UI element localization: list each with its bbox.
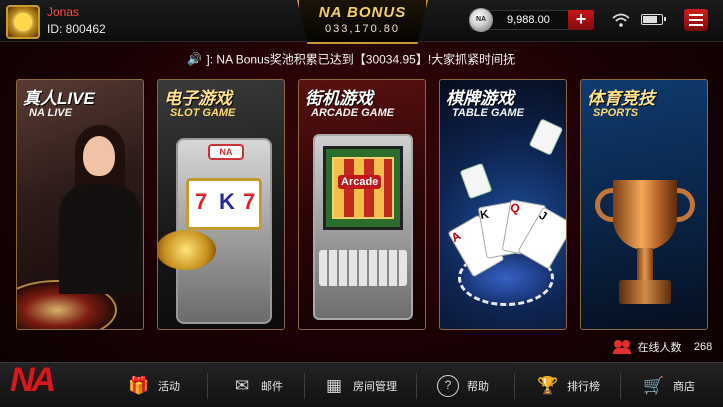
nav-mail[interactable]: ✉ 邮件	[231, 363, 283, 407]
bonus-amount: 033,170.80	[324, 23, 401, 35]
game-card-live[interactable]: 真人LIVE NA LIVE	[16, 79, 144, 330]
battery-fill	[643, 16, 658, 23]
nav-label: 商店	[673, 380, 695, 393]
slot-badge: NA	[208, 144, 244, 160]
arcade-machine: Arcade	[313, 134, 413, 320]
trophy-icon	[613, 180, 677, 250]
nav-room-management[interactable]: ▦ 房间管理	[323, 363, 397, 407]
nav-help[interactable]: ? 帮助	[437, 363, 489, 407]
people-icon	[613, 339, 631, 354]
nav-label: 邮件	[261, 380, 283, 393]
game-card-title: 电子游戏	[164, 89, 232, 108]
game-card-subtitle: SLOT GAME	[170, 107, 236, 119]
help-icon: ?	[437, 374, 459, 397]
mahjong-tile	[528, 118, 564, 156]
game-card-table[interactable]: A K Q J 棋牌游戏 TABLE GAME	[439, 79, 567, 330]
game-card-title: 真人LIVE	[23, 89, 95, 108]
marquee-text: ]: NA Bonus奖池积累已达到【30034.95】!大家抓紧时间抚	[206, 52, 516, 67]
game-card-sports[interactable]: 体育竞技 SPORTS	[580, 79, 708, 330]
game-card-title: 体育竞技	[587, 89, 655, 108]
speaker-icon: 🔊	[187, 51, 202, 66]
user-name: Jonas	[47, 5, 80, 19]
user-id: ID: 800462	[47, 22, 106, 36]
nav-label: 排行榜	[567, 380, 600, 393]
game-card-arcade[interactable]: Arcade 街机游戏 ARCADE GAME	[298, 79, 426, 330]
logo-text: NA	[10, 361, 56, 399]
wifi-icon	[612, 13, 630, 27]
add-funds-button[interactable]: +	[568, 10, 594, 30]
avatar-icon	[14, 13, 32, 31]
bottom-nav: NA 🎁 活动 ✉ 邮件 ▦ 房间管理 ? 帮助 🏆 排行榜 🛒 商店	[0, 361, 723, 407]
online-label: 在线人数	[637, 341, 682, 354]
game-card-title: 棋牌游戏	[446, 89, 514, 108]
battery-icon	[641, 14, 666, 25]
bonus-pool[interactable]: NA BONUS 033,170.80	[297, 0, 428, 44]
game-card-slot[interactable]: NA 7 K 7 电子游戏 SLOT GAME	[157, 79, 285, 330]
bonus-title: NA BONUS	[318, 4, 407, 21]
game-card-subtitle: ARCADE GAME	[311, 107, 395, 119]
announcement-marquee: 🔊 ]: NA Bonus奖池积累已达到【30034.95】!大家抓紧时间抚	[187, 50, 537, 68]
game-card-subtitle: TABLE GAME	[452, 107, 524, 119]
brand-logo: NA	[0, 357, 86, 407]
top-bar: Jonas ID: 800462 NA BONUS 033,170.80 NA …	[0, 0, 723, 44]
game-card-subtitle: SPORTS	[593, 107, 639, 119]
nav-label: 房间管理	[353, 380, 397, 393]
arcade-logo: Arcade	[338, 175, 382, 189]
nav-leaderboard[interactable]: 🏆 排行榜	[537, 363, 600, 407]
gold-coins	[158, 230, 216, 270]
game-card-subtitle: NA LIVE	[29, 107, 72, 119]
online-number: 268	[693, 340, 713, 353]
nav-label: 活动	[158, 380, 180, 393]
nav-activities[interactable]: 🎁 活动	[128, 363, 180, 407]
slot-reels: 7 K 7	[186, 178, 262, 230]
dealer-figure	[59, 184, 141, 294]
avatar[interactable]	[6, 5, 40, 39]
gift-icon: 🎁	[128, 375, 150, 395]
balance-value: 9,988.00	[507, 14, 550, 26]
nav-label: 帮助	[467, 380, 489, 393]
trophy-icon: 🏆	[537, 375, 559, 395]
coin-icon: NA	[469, 8, 493, 32]
game-card-title: 街机游戏	[305, 89, 373, 108]
cart-icon: 🛒	[643, 375, 665, 395]
online-count: 在线人数 268	[613, 338, 717, 356]
mahjong-tile	[459, 162, 493, 200]
grid-icon: ▦	[325, 375, 343, 395]
menu-button[interactable]	[684, 9, 708, 31]
nav-shop[interactable]: 🛒 商店	[643, 363, 695, 407]
mail-icon: ✉	[234, 375, 250, 395]
